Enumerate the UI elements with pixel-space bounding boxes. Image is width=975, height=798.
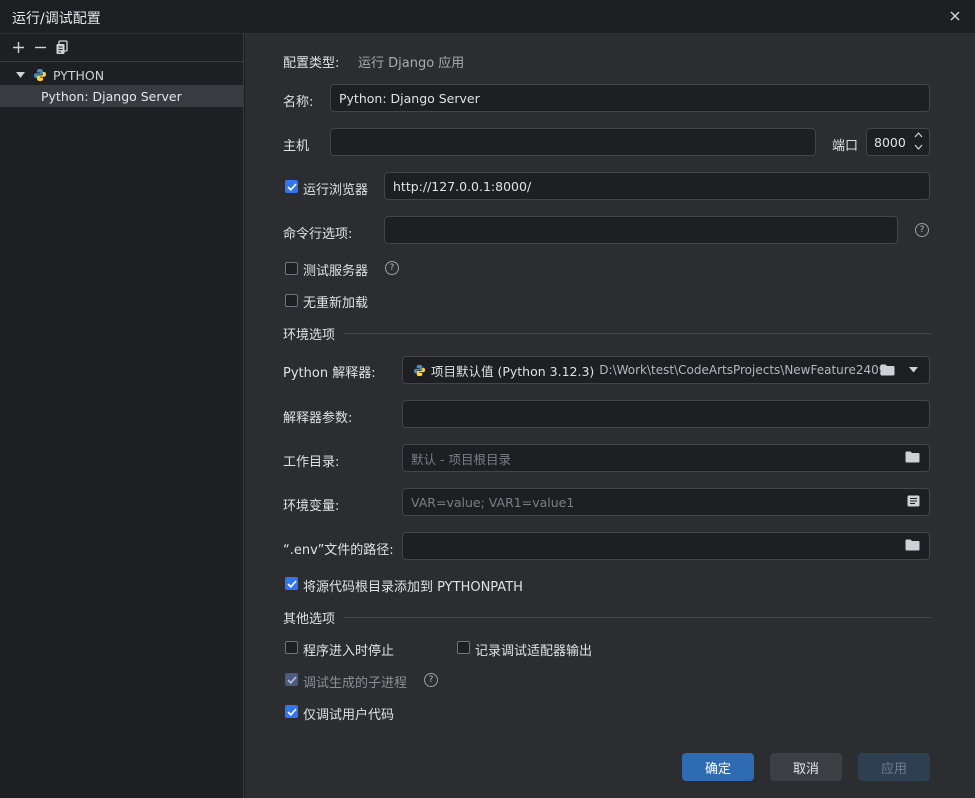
dropdown-arrow-icon[interactable] — [909, 367, 918, 373]
add-pythonpath-checkbox[interactable] — [285, 577, 298, 590]
tree-group-label: PYTHON — [53, 67, 105, 83]
check-icon — [286, 579, 297, 588]
close-icon[interactable] — [945, 6, 965, 26]
help-icon[interactable]: ? — [385, 261, 399, 275]
stepper-arrows[interactable] — [914, 131, 923, 152]
other-section-header: 其他选项 — [283, 608, 932, 627]
window-title: 运行/调试配置 — [12, 11, 101, 27]
sidebar-toolbar — [0, 34, 243, 62]
test-server-label: 测试服务器 — [303, 264, 369, 279]
section-divider — [343, 333, 932, 334]
list-icon[interactable] — [907, 495, 920, 507]
check-icon — [286, 675, 297, 684]
folder-icon[interactable] — [905, 451, 920, 463]
config-form: 配置类型: 运行 Django 应用 名称: Python: Django Se… — [245, 34, 975, 798]
chevron-up-icon — [914, 132, 923, 138]
envvars-label: 环境变量: — [283, 499, 340, 514]
interpreter-name: 项目默认值 (Python 3.12.3) — [431, 363, 595, 379]
config-type-value: 运行 Django 应用 — [358, 56, 465, 71]
add-icon[interactable] — [10, 40, 26, 56]
name-input[interactable]: Python: Django Server — [330, 84, 930, 112]
env-section-header: 环境选项 — [283, 324, 932, 343]
apply-button[interactable]: 应用 — [858, 753, 930, 781]
port-stepper[interactable]: 8000 — [866, 128, 930, 156]
tree-group-python[interactable]: PYTHON — [0, 64, 243, 86]
stop-on-entry-checkbox[interactable] — [285, 641, 298, 654]
interpreter-select[interactable]: 项目默认值 (Python 3.12.3) D:\Work\test\CodeA… — [402, 356, 930, 384]
help-icon[interactable]: ? — [915, 223, 929, 237]
caret-down-icon[interactable] — [13, 68, 27, 82]
interp-args-input[interactable] — [402, 400, 930, 428]
port-label: 端口 — [832, 139, 859, 154]
just-my-code-label: 仅调试用户代码 — [303, 708, 395, 723]
check-icon — [286, 182, 297, 191]
tree-item-django-server[interactable]: Python: Django Server — [0, 85, 243, 107]
test-server-checkbox[interactable] — [285, 262, 298, 275]
cmd-options-input[interactable] — [384, 216, 898, 244]
log-adapter-checkbox[interactable] — [457, 641, 470, 654]
cmd-options-label: 命令行选项: — [283, 227, 353, 242]
ok-button[interactable]: 确定 — [682, 753, 754, 781]
interpreter-label: Python 解释器: — [283, 366, 376, 381]
subprocess-label: 调试生成的子进程 — [303, 676, 408, 691]
cancel-button[interactable]: 取消 — [770, 753, 842, 781]
workdir-label: 工作目录: — [283, 455, 340, 470]
run-browser-label: 运行浏览器 — [303, 183, 369, 198]
remove-icon[interactable] — [32, 40, 48, 56]
envvars-input[interactable]: VAR=value; VAR1=value1 — [402, 488, 930, 516]
stop-on-entry-label: 程序进入时停止 — [303, 644, 395, 659]
browser-url-input[interactable]: http://127.0.0.1:8000/ — [384, 172, 930, 200]
subprocess-checkbox[interactable] — [285, 673, 298, 686]
workdir-input[interactable]: 默认 - 项目根目录 — [402, 444, 930, 472]
tree-item-label: Python: Django Server — [41, 88, 182, 104]
log-adapter-label: 记录调试适配器输出 — [475, 644, 593, 659]
name-label: 名称: — [283, 95, 314, 110]
just-my-code-checkbox[interactable] — [285, 705, 298, 718]
no-reload-label: 无重新加载 — [303, 296, 369, 311]
host-input[interactable] — [330, 128, 816, 156]
no-reload-checkbox[interactable] — [285, 294, 298, 307]
section-divider — [343, 617, 932, 618]
interpreter-path: D:\Work\test\CodeArtsProjects\NewFeature… — [599, 363, 888, 377]
chevron-down-icon — [914, 144, 923, 150]
config-type-label: 配置类型: — [283, 56, 340, 71]
interp-args-label: 解释器参数: — [283, 411, 353, 426]
dotenv-input[interactable] — [402, 532, 930, 560]
config-sidebar: PYTHON Python: Django Server — [0, 34, 244, 798]
host-label: 主机 — [283, 139, 310, 154]
folder-icon[interactable] — [880, 364, 895, 376]
title-bar: 运行/调试配置 — [0, 0, 975, 34]
folder-icon[interactable] — [905, 539, 920, 551]
add-pythonpath-label: 将源代码根目录添加到 PYTHONPATH — [303, 580, 523, 595]
python-icon — [33, 68, 47, 82]
dotenv-label: “.env”文件的路径: — [283, 543, 394, 558]
copy-icon[interactable] — [54, 40, 70, 56]
check-icon — [286, 707, 297, 716]
python-icon — [413, 364, 426, 377]
run-browser-checkbox[interactable] — [285, 180, 298, 193]
help-icon[interactable]: ? — [424, 673, 438, 687]
